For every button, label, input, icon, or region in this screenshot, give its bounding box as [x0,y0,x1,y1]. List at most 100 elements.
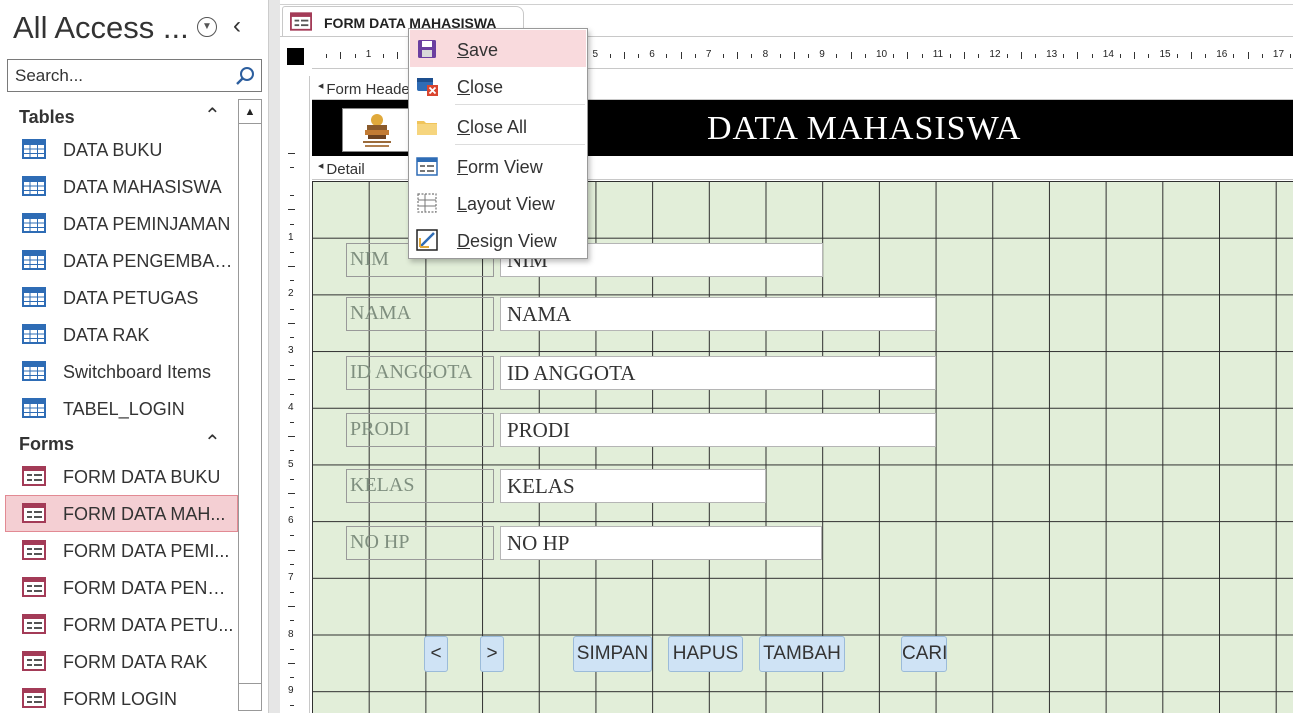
nav-item-form-selected[interactable]: FORM DATA MAH... [5,495,238,532]
ruler-number: 7 [705,49,712,60]
ruler-tick [288,209,295,211]
field-textbox-kelas[interactable]: KELAS [500,469,766,503]
menu-item-save[interactable]: Save [410,30,586,67]
menu-item-label: Close [457,77,504,97]
field-textbox-nama[interactable]: NAMA [500,297,936,331]
tambah-button[interactable]: TAMBAH [759,636,845,672]
menu-item-layout-view[interactable]: Layout View [410,184,586,221]
menu-item-design-view[interactable]: Design View [410,221,586,258]
menu-item-close[interactable]: Close [410,67,586,104]
menu-item-form-view[interactable]: Form View [410,147,586,184]
nav-item-table[interactable]: DATA PETUGAS [5,279,238,316]
simpan-button[interactable]: SIMPAN [573,636,652,672]
ruler-tick [290,648,294,650]
ruler-tick [666,54,668,58]
close-document-icon [417,78,438,96]
nav-item-table[interactable]: TABEL_LOGIN [5,390,238,427]
ruler-number: 14 [1102,49,1114,60]
collapse-pane-icon[interactable]: ‹ [233,12,241,40]
menu-item-label: Form View [457,157,543,177]
nav-item-table[interactable]: Switchboard Items [5,353,238,390]
nav-item-table[interactable]: DATA PEMINJAMAN [5,205,238,242]
ruler-tick [290,393,294,395]
ruler-tick [290,620,294,622]
section-label: Form Header [318,81,414,98]
nav-item-label: FORM DATA BUKU [63,467,221,487]
ruler-tick [288,606,295,608]
nav-group-forms[interactable]: Forms ⌃ [0,425,238,461]
ruler-tick [1233,54,1235,58]
nav-item-form[interactable]: FORM LOGIN [5,680,238,713]
nav-scrollbar[interactable]: ▲ [238,99,262,711]
ruler-number: 1 [365,49,372,60]
field-label-kelas[interactable]: KELAS [346,469,494,503]
ruler-tick [949,54,951,58]
nav-search-box[interactable] [7,59,262,92]
ruler-tick [808,54,810,58]
form-icon [22,614,46,634]
field-textbox-id-anggota[interactable]: ID ANGGOTA [500,356,936,390]
nav-item-form[interactable]: FORM DATA PENG... [5,569,238,606]
ruler-tick [1148,54,1150,58]
navigation-pane: All Access ... ▼ ‹ Tables ⌃ DATA BUKU DA… [0,0,264,713]
scroll-thumb[interactable] [239,124,261,684]
ruler-number: 13 [1046,49,1058,60]
nav-group-label: Forms [19,434,75,454]
field-label-no-hp[interactable]: NO HP [346,526,494,560]
logo-image[interactable] [342,108,412,152]
form-title-label[interactable]: DATA MAHASISWA [707,110,1021,148]
ruler-tick [288,152,295,154]
nav-item-label: FORM DATA PENG... [63,578,235,598]
nav-item-form[interactable]: FORM DATA PEMI... [5,532,238,569]
ruler-tick [609,54,611,58]
scroll-up-arrow-icon[interactable]: ▲ [239,100,261,124]
ruler-number: 17 [1272,49,1285,60]
nav-group-tables[interactable]: Tables ⌃ [0,98,238,134]
cari-button[interactable]: CARI [901,636,947,672]
pane-splitter[interactable] [268,0,280,713]
field-label-prodi[interactable]: PRODI [346,413,494,447]
nav-item-form[interactable]: FORM DATA BUKU [5,458,238,495]
ruler-tick [694,54,696,58]
search-icon[interactable] [235,66,255,86]
ruler-number: 12 [989,49,1001,60]
ruler-tick [290,450,294,452]
field-textbox-no-hp[interactable]: NO HP [500,526,822,560]
nav-item-label: FORM DATA MAH... [63,504,226,524]
menu-item-label: Layout View [457,194,555,214]
nav-item-label: FORM DATA PETU... [63,615,234,635]
ruler-tick [751,54,753,58]
nav-item-label: DATA MAHASISWA [63,177,222,197]
ruler-tick [288,662,295,664]
nav-search-input[interactable] [15,64,230,88]
ruler-tick [1176,54,1178,58]
next-record-button[interactable]: > [480,636,504,672]
detail-section-grid[interactable]: NIM NIM NAMA NAMA ID ANGGOTA ID ANGGOTA … [312,181,1293,713]
nav-item-table[interactable]: DATA BUKU [5,131,238,168]
chevron-down-icon[interactable]: ▼ [197,17,217,37]
nav-item-table[interactable]: DATA RAK [5,316,238,353]
ruler-number: 15 [1159,49,1171,60]
field-label-nama[interactable]: NAMA [346,297,494,331]
access-window: All Access ... ▼ ‹ Tables ⌃ DATA BUKU DA… [0,0,1293,713]
ruler-tick [723,54,725,58]
ruler-tick [1020,52,1022,59]
nav-item-table[interactable]: DATA PENGEMBAL... [5,242,238,279]
nav-pane-title[interactable]: All Access ... [13,10,189,46]
nav-item-table[interactable]: DATA MAHASISWA [5,168,238,205]
field-textbox-prodi[interactable]: PRODI [500,413,936,447]
ruler-number: 9 [288,685,294,697]
ruler-tick [1261,54,1263,58]
ruler-tick [1006,54,1008,58]
field-label-id-anggota[interactable]: ID ANGGOTA [346,356,494,390]
prev-record-button[interactable]: < [424,636,448,672]
menu-item-close-all[interactable]: Close All [410,107,586,144]
ruler-tick [290,251,294,253]
vertical-ruler[interactable]: 1 2 3 4 5 6 7 8 9 [282,76,310,713]
nav-item-form[interactable]: FORM DATA PETU... [5,606,238,643]
nav-item-label: DATA BUKU [63,140,163,160]
hapus-button[interactable]: HAPUS [668,636,743,672]
folder-icon [417,121,437,135]
nav-item-form[interactable]: FORM DATA RAK [5,643,238,680]
form-selector[interactable] [287,48,304,65]
